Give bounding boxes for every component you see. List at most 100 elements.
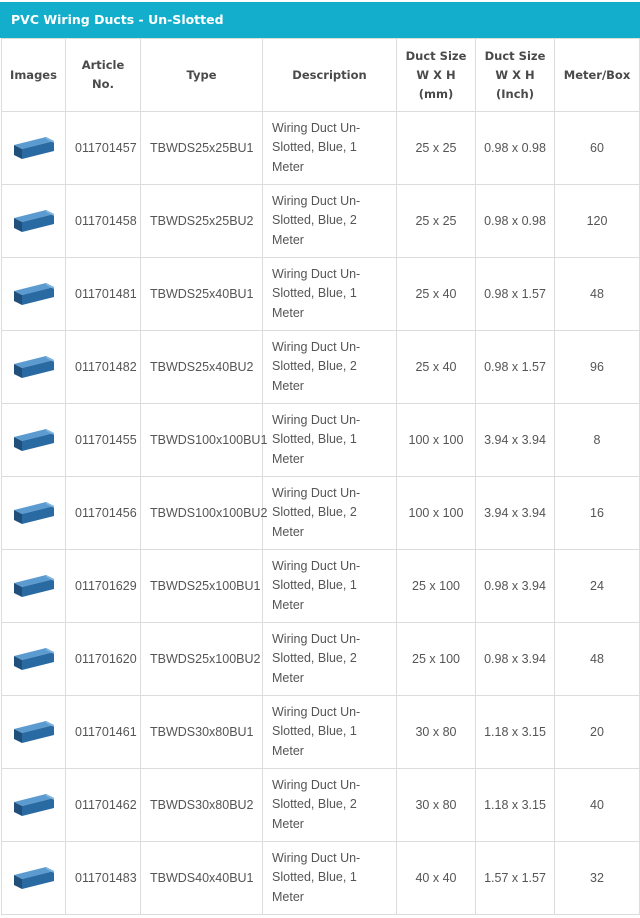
table-title: PVC Wiring Ducts - Un-Slotted — [0, 2, 640, 38]
description-line: Wiring Duct Un- — [272, 777, 361, 792]
description-cell: Wiring Duct Un- Slotted, Blue, 1 Meter — [262, 257, 397, 331]
description-line: Meter — [272, 378, 304, 393]
product-table: Images Article No. Type Description Duct… — [1, 38, 640, 915]
type-cell: TBWDS25x100BU1 — [140, 549, 263, 623]
description-line: Wiring Duct Un- — [272, 120, 361, 135]
description-line: Meter — [272, 524, 304, 539]
description-line: Wiring Duct Un- — [272, 631, 361, 646]
table-row: 011701620 TBWDS25x100BU2 Wiring Duct Un- Sl… — [1, 622, 640, 696]
header-duct-mm-line1: Duct Size — [405, 48, 467, 63]
table-row: 011701457 TBWDS25x25BU1 Wiring Duct Un- Slo… — [1, 111, 640, 185]
meter-box-cell: 8 — [554, 403, 640, 477]
description-cell: Wiring Duct Un- Slotted, Blue, 1 Meter — [262, 841, 397, 915]
description-cell: Wiring Duct Un- Slotted, Blue, 2 Meter — [262, 330, 397, 404]
description-line: Wiring Duct Un- — [272, 704, 361, 719]
duct-size-mm-cell: 100 x 100 — [396, 403, 476, 477]
description-line: Wiring Duct Un- — [272, 850, 361, 865]
duct-size-inch-cell: 0.98 x 0.98 — [475, 111, 555, 185]
product-image-cell — [1, 549, 66, 623]
duct-size-inch-cell: 3.94 x 3.94 — [475, 476, 555, 550]
product-image-cell — [1, 330, 66, 404]
type-cell: TBWDS40x40BU1 — [140, 841, 263, 915]
description-line: Slotted, Blue, 1 — [272, 870, 357, 885]
blue-duct-icon — [12, 279, 56, 307]
description-line: Meter — [272, 597, 304, 612]
blue-duct-icon — [12, 133, 56, 161]
description-cell: Wiring Duct Un- Slotted, Blue, 1 Meter — [262, 695, 397, 769]
description-line: Meter — [272, 159, 304, 174]
product-image-cell — [1, 476, 66, 550]
duct-size-mm-cell: 25 x 100 — [396, 622, 476, 696]
description-cell: Wiring Duct Un- Slotted, Blue, 1 Meter — [262, 549, 397, 623]
blue-duct-icon — [12, 206, 56, 234]
header-duct-mm-line3: (mm) — [418, 86, 454, 101]
table-row: 011701481 TBWDS25x40BU1 Wiring Duct Un- Slo… — [1, 257, 640, 331]
duct-size-inch-cell: 1.57 x 1.57 — [475, 841, 555, 915]
header-article-no: Article No. — [65, 38, 141, 112]
description-line: Wiring Duct Un- — [272, 339, 361, 354]
type-cell: TBWDS25x25BU1 — [140, 111, 263, 185]
header-article-line1: Article — [81, 58, 125, 72]
description-line: Slotted, Blue, 1 — [272, 140, 357, 155]
blue-duct-icon — [12, 790, 56, 818]
article-no-cell: 011701458 — [65, 184, 141, 258]
table-row: 011701462 TBWDS30x80BU2 Wiring Duct Un- Slo… — [1, 768, 640, 842]
meter-box-cell: 120 — [554, 184, 640, 258]
description-line: Slotted, Blue, 1 — [272, 578, 357, 593]
product-image-cell — [1, 841, 66, 915]
product-image-cell — [1, 695, 66, 769]
meter-box-cell: 48 — [554, 257, 640, 331]
duct-size-inch-cell: 0.98 x 1.57 — [475, 330, 555, 404]
meter-box-cell: 96 — [554, 330, 640, 404]
article-no-cell: 011701456 — [65, 476, 141, 550]
header-type: Type — [140, 38, 263, 112]
duct-size-mm-cell: 30 x 80 — [396, 695, 476, 769]
duct-size-inch-cell: 0.98 x 3.94 — [475, 549, 555, 623]
meter-box-cell: 32 — [554, 841, 640, 915]
header-duct-in-line3: (Inch) — [496, 86, 534, 101]
article-no-cell: 011701462 — [65, 768, 141, 842]
article-no-cell: 011701482 — [65, 330, 141, 404]
duct-size-inch-cell: 0.98 x 1.57 — [475, 257, 555, 331]
meter-box-cell: 60 — [554, 111, 640, 185]
description-line: Slotted, Blue, 1 — [272, 432, 357, 447]
type-cell: TBWDS25x40BU2 — [140, 330, 263, 404]
table-row: 011701461 TBWDS30x80BU1 Wiring Duct Un- Slo… — [1, 695, 640, 769]
description-line: Slotted, Blue, 2 — [272, 505, 357, 520]
duct-size-inch-cell: 1.18 x 3.15 — [475, 695, 555, 769]
table-row: 011701458 TBWDS25x25BU2 Wiring Duct Un- Slo… — [1, 184, 640, 258]
description-cell: Wiring Duct Un- Slotted, Blue, 2 Meter — [262, 476, 397, 550]
article-no-cell: 011701457 — [65, 111, 141, 185]
description-line: Meter — [272, 451, 304, 466]
table-row: 011701456 TBWDS100x100BU2 Wiring Duct Un- S… — [1, 476, 640, 550]
meter-box-cell: 40 — [554, 768, 640, 842]
blue-duct-icon — [12, 498, 56, 526]
article-no-cell: 011701629 — [65, 549, 141, 623]
blue-duct-icon — [12, 352, 56, 380]
description-cell: Wiring Duct Un- Slotted, Blue, 1 Meter — [262, 111, 397, 185]
type-cell: TBWDS100x100BU1 — [140, 403, 267, 477]
blue-duct-icon — [12, 571, 56, 599]
type-cell: TBWDS25x100BU2 — [140, 622, 263, 696]
product-image-cell — [1, 768, 66, 842]
meter-box-cell: 48 — [554, 622, 640, 696]
type-cell: TBWDS30x80BU1 — [140, 695, 263, 769]
description-line: Meter — [272, 305, 304, 320]
description-line: Wiring Duct Un- — [272, 485, 361, 500]
type-cell: TBWDS25x40BU1 — [140, 257, 263, 331]
duct-size-mm-cell: 25 x 25 — [396, 111, 476, 185]
duct-size-inch-cell: 3.94 x 3.94 — [475, 403, 555, 477]
header-row: Images Article No. Type Description Duct… — [1, 38, 640, 112]
header-duct-in-line2: W X H — [495, 67, 535, 82]
duct-size-mm-cell: 25 x 40 — [396, 330, 476, 404]
product-image-cell — [1, 184, 66, 258]
article-no-cell: 011701481 — [65, 257, 141, 331]
description-line: Wiring Duct Un- — [272, 193, 361, 208]
header-description: Description — [262, 38, 397, 112]
description-line: Meter — [272, 889, 304, 904]
product-image-cell — [1, 257, 66, 331]
article-no-cell: 011701483 — [65, 841, 141, 915]
product-image-cell — [1, 403, 66, 477]
description-cell: Wiring Duct Un- Slotted, Blue, 2 Meter — [262, 184, 397, 258]
description-line: Meter — [272, 743, 304, 758]
